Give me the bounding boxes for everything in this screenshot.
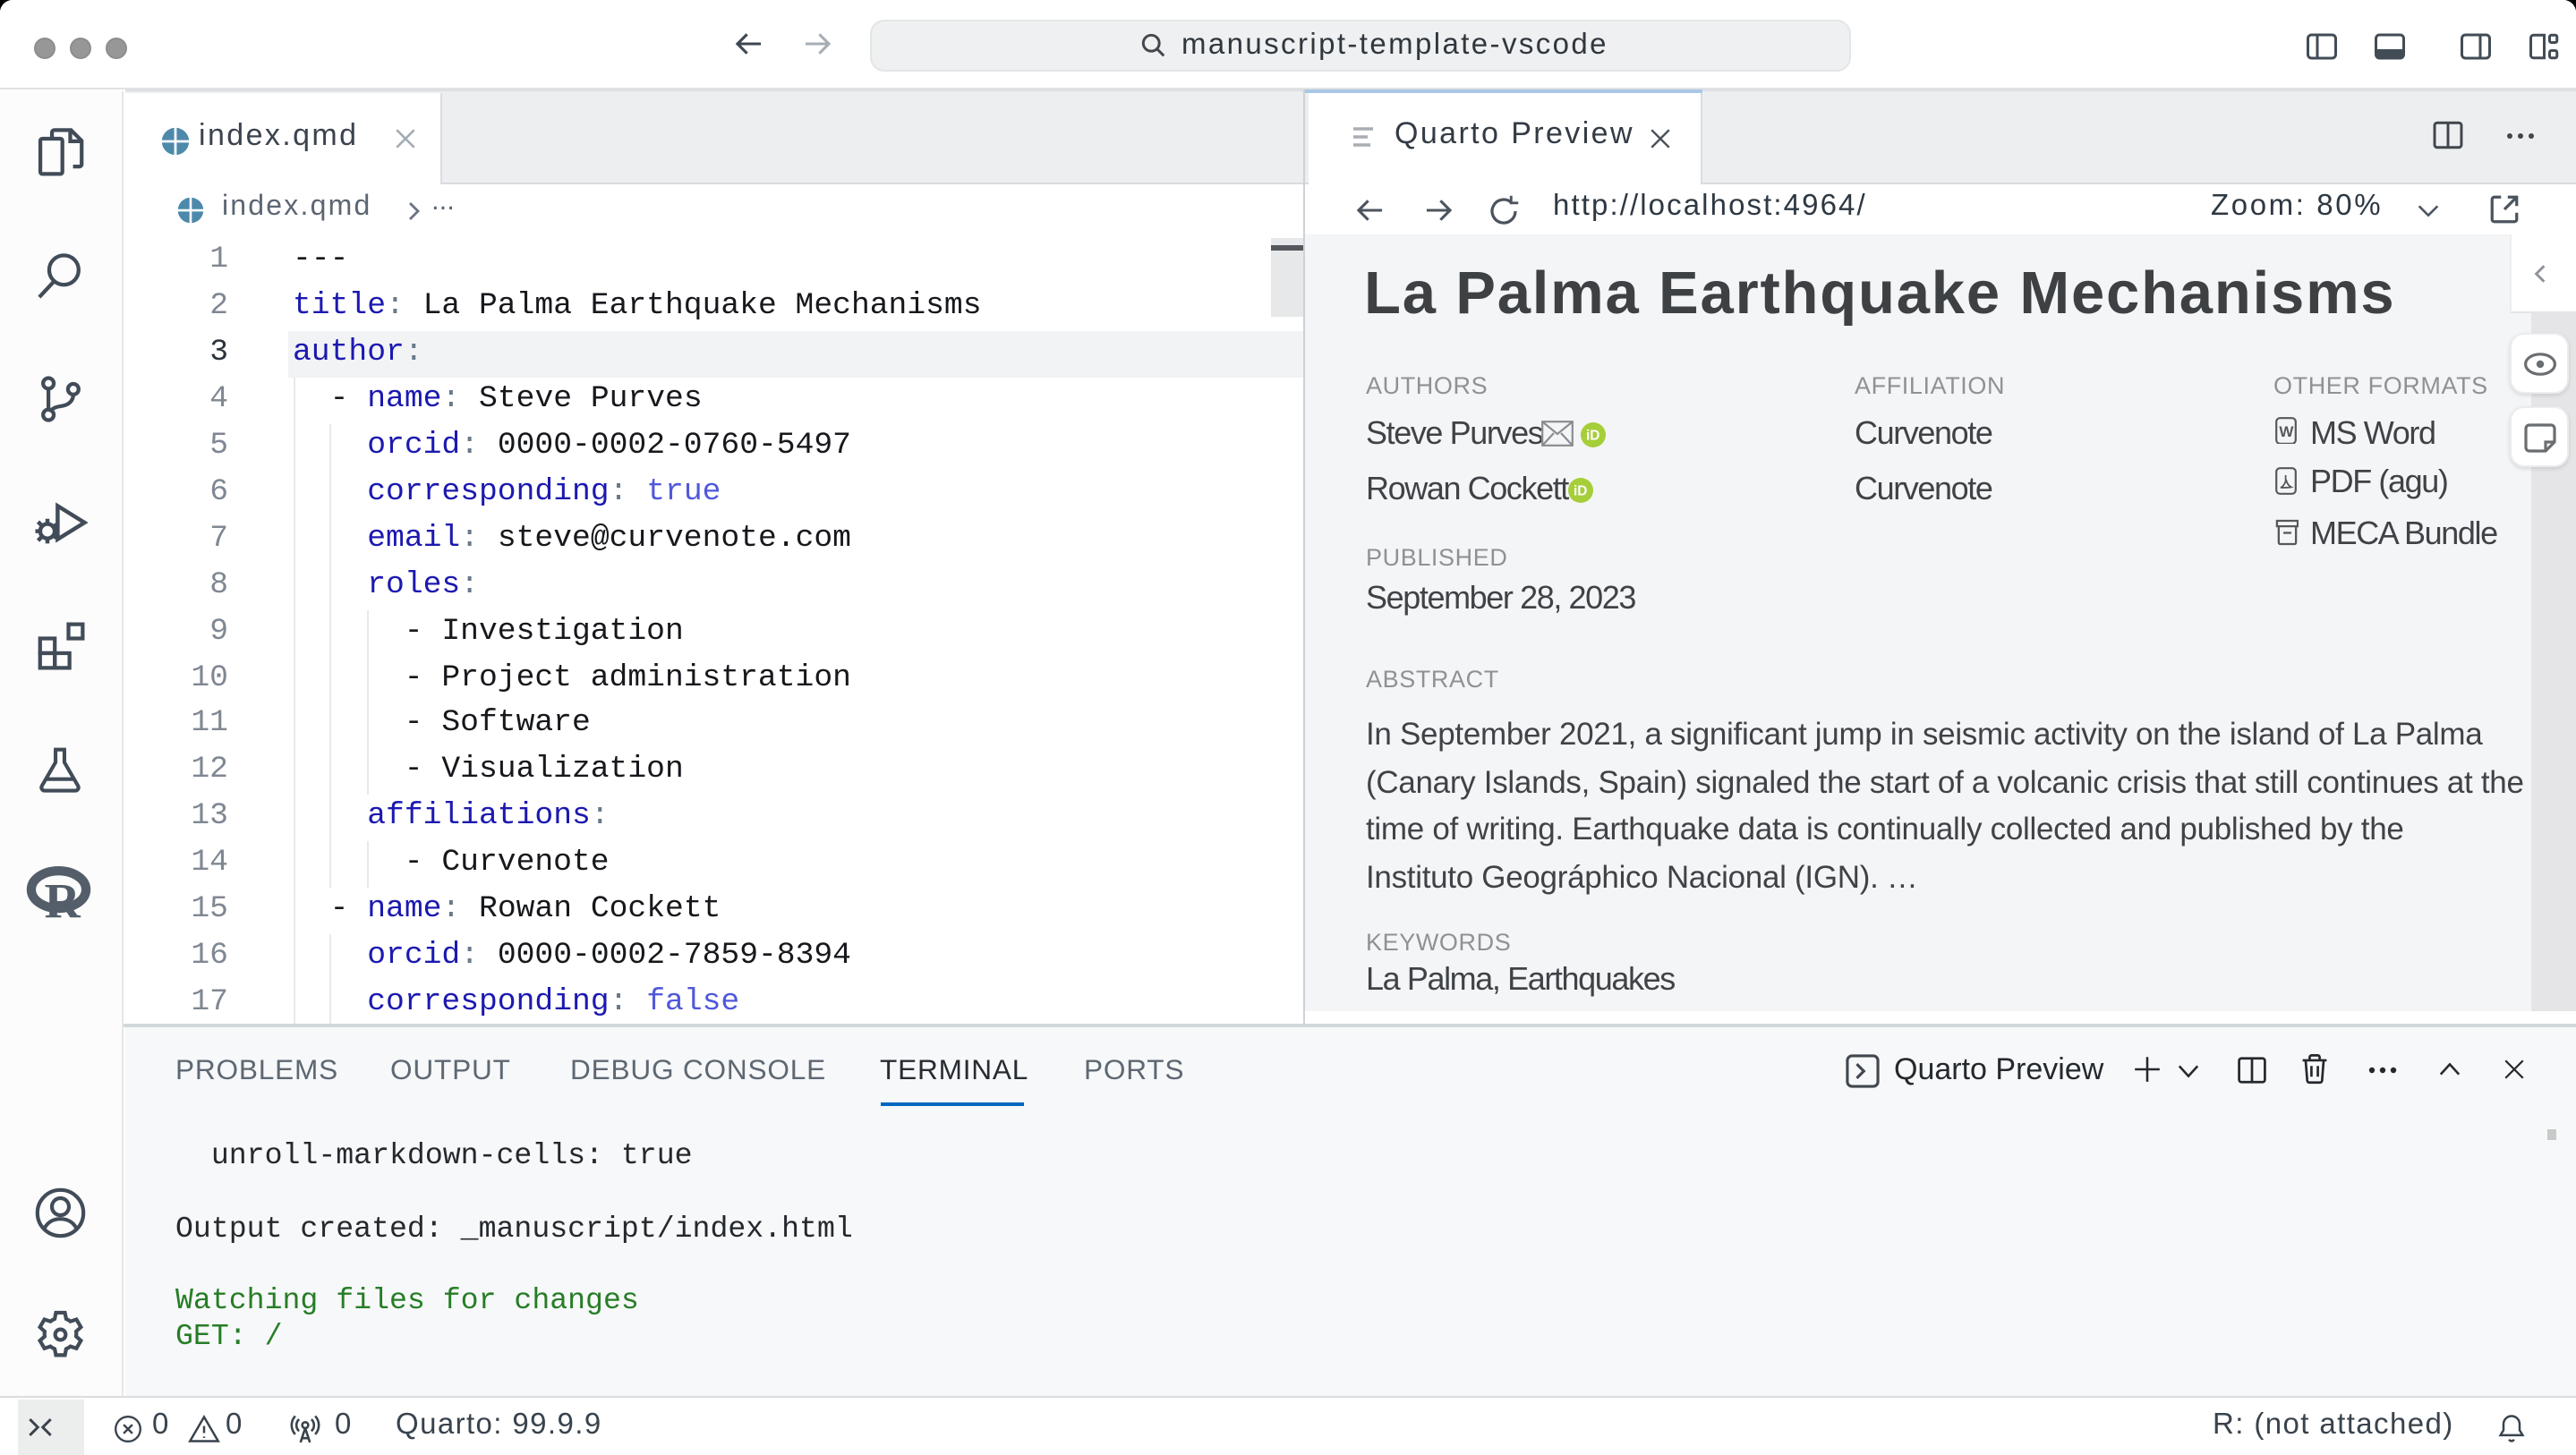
svg-text:W: W bbox=[2279, 422, 2294, 439]
svg-text:iD: iD bbox=[1585, 428, 1599, 443]
svg-text:iD: iD bbox=[1573, 483, 1586, 498]
svg-text:R: R bbox=[45, 873, 81, 923]
